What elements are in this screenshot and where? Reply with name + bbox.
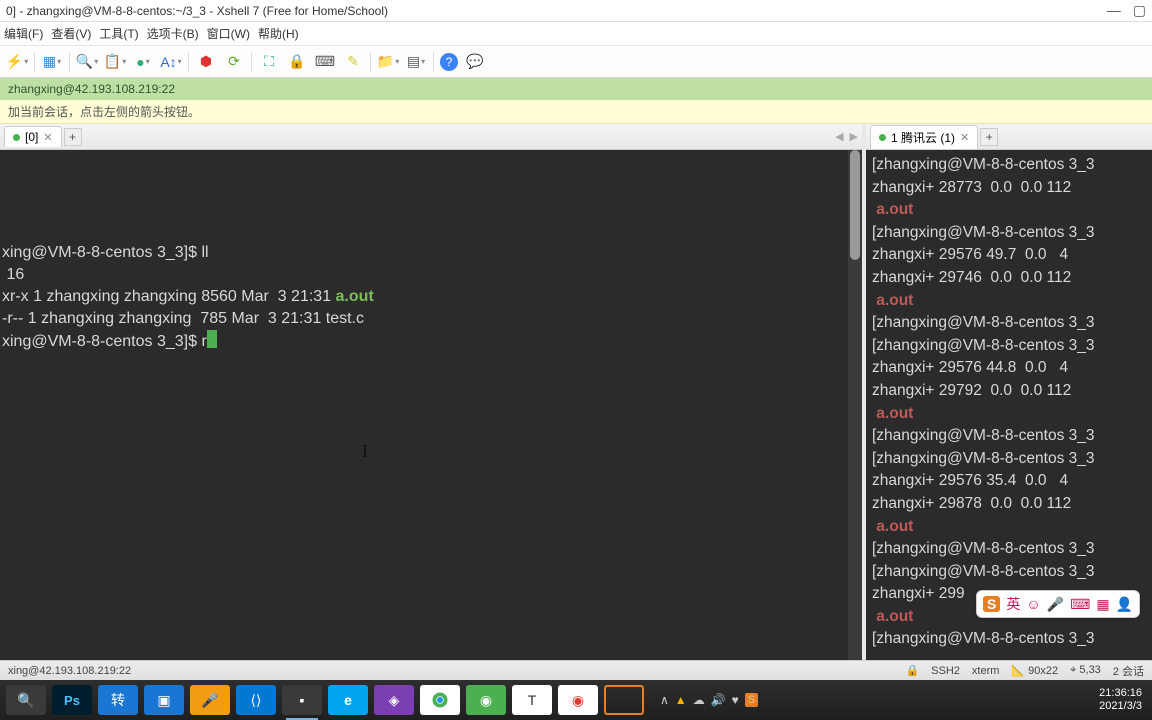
taskbar-photoshop-icon[interactable]: Ps: [52, 685, 92, 715]
menubar: 编辑(F) 查看(V) 工具(T) 选项卡(B) 窗口(W) 帮助(H): [0, 22, 1152, 46]
ime-mic-icon[interactable]: 🎤: [1047, 596, 1064, 613]
taskbar-app-icon[interactable]: ◉: [558, 685, 598, 715]
taskbar-app-icon[interactable]: 转: [98, 685, 138, 715]
taskbar-clock[interactable]: 21:36:16 2021/3/3: [1099, 687, 1146, 713]
tabstrip-left: [0] ✕ + ◀ ▶: [0, 124, 862, 150]
globe-icon[interactable]: ●▾: [132, 51, 154, 73]
lock-status-icon: 🔒: [905, 664, 919, 677]
font-icon[interactable]: A↕▾: [160, 51, 182, 73]
right-pane: 1 腾讯云 (1) ✕ + [zhangxing@VM-8-8-centos 3…: [862, 124, 1152, 660]
tab-right-session[interactable]: 1 腾讯云 (1) ✕: [870, 125, 978, 149]
system-tray[interactable]: ∧▲☁🔊♥ S: [660, 693, 758, 707]
status-sess: 2 会话: [1113, 663, 1144, 679]
status-conn: xing@42.193.108.219:22: [8, 665, 131, 677]
status-pos: 5,33: [1079, 664, 1100, 676]
connection-text: zhangxing@42.193.108.219:22: [8, 82, 175, 96]
tab-left-session[interactable]: [0] ✕: [4, 126, 62, 147]
info-text: 加当前会话，点击左侧的箭头按钮。: [8, 103, 200, 120]
ime-emoji-icon[interactable]: ☺: [1026, 596, 1040, 612]
status-ssh: SSH2: [931, 665, 960, 677]
keyboard-icon[interactable]: ⌨: [314, 51, 336, 73]
menu-edit[interactable]: 编辑(F): [4, 25, 43, 42]
taskbar-vscode-icon[interactable]: ⟨⟩: [236, 685, 276, 715]
status-dot-icon: [879, 134, 886, 141]
window-title: 0] - zhangxing@VM-8-8-centos:~/3_3 - Xsh…: [6, 4, 388, 18]
ime-logo-icon: S: [983, 596, 1000, 612]
refresh-icon[interactable]: ⟳: [223, 51, 245, 73]
taskbar-xshell-icon[interactable]: ▪: [282, 685, 322, 715]
toolbar: ⚡▾ ▦▾ 🔍▾ 📋▾ ●▾ A↕▾ ⬢ ⟳ ⛶ 🔒 ⌨ ✎ 📁▾ ▤▾ ? 💬: [0, 46, 1152, 78]
status-size: 90x22: [1028, 665, 1058, 677]
menu-help[interactable]: 帮助(H): [258, 25, 299, 42]
text-cursor-icon: I: [362, 440, 368, 462]
taskbar-mic-icon[interactable]: 🎤: [190, 685, 230, 715]
help-icon[interactable]: ?: [440, 53, 458, 71]
terminal-right[interactable]: [zhangxing@VM-8-8-centos 3_3zhangxi+ 287…: [866, 150, 1152, 660]
windows-taskbar: 🔍 Ps 转 ▣ 🎤 ⟨⟩ ▪ e ◈ ◉ T ◉ ∧▲☁🔊♥ S 21:36:…: [0, 680, 1152, 720]
taskbar-search-icon[interactable]: 🔍: [6, 685, 46, 715]
clock-date: 2021/3/3: [1099, 700, 1142, 713]
lock-icon[interactable]: 🔒: [286, 51, 308, 73]
taskbar-app-icon[interactable]: ▣: [144, 685, 184, 715]
tabstrip-right: 1 腾讯云 (1) ✕ +: [866, 124, 1152, 150]
taskbar-text-icon[interactable]: T: [512, 685, 552, 715]
ime-grid-icon[interactable]: ▦: [1096, 596, 1109, 613]
layout-icon[interactable]: ▤▾: [405, 51, 427, 73]
statusbar: xing@42.193.108.219:22 🔒 SSH2 xterm 📐 90…: [0, 660, 1152, 680]
stop-icon[interactable]: ⬢: [195, 51, 217, 73]
taskbar-edge-icon[interactable]: e: [328, 685, 368, 715]
minimize-icon[interactable]: —: [1107, 2, 1121, 19]
tab-right-label: 1 腾讯云 (1): [891, 129, 955, 146]
taskbar-camtasia-icon[interactable]: ◉: [466, 685, 506, 715]
ime-keyboard-icon[interactable]: ⌨: [1070, 596, 1090, 613]
taskbar-app-icon[interactable]: [604, 685, 644, 715]
highlight-icon[interactable]: ✎: [342, 51, 364, 73]
connection-bar: zhangxing@42.193.108.219:22: [0, 78, 1152, 100]
chat-icon[interactable]: 💬: [464, 51, 486, 73]
tab-left-label: [0]: [25, 130, 38, 144]
clock-time: 21:36:16: [1099, 687, 1142, 700]
terminal-left[interactable]: xing@VM-8-8-centos 3_3]$ ll 16xr-x 1 zha…: [0, 150, 862, 660]
new-icon[interactable]: ▦▾: [41, 51, 63, 73]
close-icon[interactable]: ✕: [960, 131, 969, 144]
add-tab-button[interactable]: +: [64, 128, 82, 146]
taskbar-chrome-icon[interactable]: [420, 685, 460, 715]
menu-view[interactable]: 查看(V): [51, 25, 91, 42]
ime-toolbar[interactable]: S 英 ☺ 🎤 ⌨ ▦ 👤: [976, 590, 1140, 618]
window-titlebar: 0] - zhangxing@VM-8-8-centos:~/3_3 - Xsh…: [0, 0, 1152, 22]
tab-next-icon[interactable]: ▶: [850, 130, 858, 143]
maximize-icon[interactable]: ▢: [1133, 2, 1146, 19]
connect-icon[interactable]: ⚡▾: [6, 51, 28, 73]
ime-lang[interactable]: 英: [1006, 594, 1020, 614]
tab-prev-icon[interactable]: ◀: [835, 130, 843, 143]
status-dot-icon: [13, 134, 20, 141]
workarea: [0] ✕ + ◀ ▶ xing@VM-8-8-centos 3_3]$ ll …: [0, 124, 1152, 660]
scroll-thumb[interactable]: [850, 150, 860, 260]
search-icon[interactable]: 🔍▾: [76, 51, 98, 73]
menu-tools[interactable]: 工具(T): [99, 25, 138, 42]
menu-tabs[interactable]: 选项卡(B): [147, 25, 199, 42]
add-tab-button[interactable]: +: [980, 128, 998, 146]
close-icon[interactable]: ✕: [43, 131, 52, 144]
info-bar: 加当前会话，点击左侧的箭头按钮。: [0, 100, 1152, 124]
ime-user-icon[interactable]: 👤: [1116, 596, 1133, 613]
scrollbar[interactable]: [848, 150, 862, 660]
taskbar-vs-icon[interactable]: ◈: [374, 685, 414, 715]
menu-window[interactable]: 窗口(W): [207, 25, 250, 42]
copy-icon[interactable]: 📋▾: [104, 51, 126, 73]
folder-icon[interactable]: 📁▾: [377, 51, 399, 73]
left-pane: [0] ✕ + ◀ ▶ xing@VM-8-8-centos 3_3]$ ll …: [0, 124, 862, 660]
status-term: xterm: [972, 665, 1000, 677]
expand-icon[interactable]: ⛶: [258, 51, 280, 73]
